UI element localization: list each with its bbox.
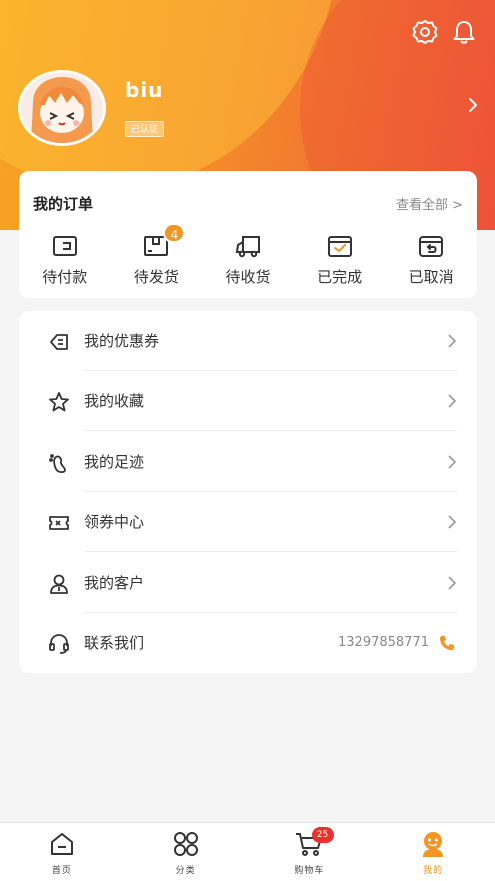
chevron-right-icon bbox=[448, 334, 457, 348]
menu-item-favorites[interactable]: 我的收藏 bbox=[19, 371, 477, 431]
headset-icon bbox=[49, 634, 69, 654]
order-item-label: 待收货 bbox=[225, 268, 271, 286]
menu-item-customers[interactable]: 我的客户 bbox=[19, 553, 477, 613]
menu-item-label: 领券中心 bbox=[84, 513, 145, 531]
wallet-icon bbox=[52, 236, 77, 256]
menu-card: 我的优惠券 我的收藏 我的足迹 领券中心 我的客户 联系我们 132978587… bbox=[19, 311, 477, 673]
bell-icon[interactable] bbox=[450, 18, 478, 46]
verified-badge: 已认证 bbox=[125, 121, 165, 137]
menu-item-label: 联系我们 bbox=[84, 634, 145, 652]
divider bbox=[84, 551, 457, 552]
cart-badge: 25 bbox=[311, 827, 334, 843]
order-item-label: 待付款 bbox=[42, 268, 88, 286]
chevron-right-icon[interactable] bbox=[466, 96, 480, 114]
footprint-icon bbox=[49, 454, 66, 474]
chevron-right-icon bbox=[448, 455, 457, 469]
order-item-label: 待发货 bbox=[133, 268, 179, 286]
menu-item-label: 我的足迹 bbox=[84, 453, 145, 471]
tab-category[interactable]: 分类 bbox=[124, 823, 248, 881]
order-item-label: 已取消 bbox=[408, 268, 454, 286]
category-icon bbox=[173, 832, 198, 856]
menu-item-label: 我的客户 bbox=[84, 574, 145, 592]
order-pending-receipt[interactable]: 待收货 bbox=[208, 233, 288, 289]
phone-icon[interactable] bbox=[438, 634, 456, 652]
order-completed[interactable]: 已完成 bbox=[300, 233, 380, 289]
view-all-orders-link[interactable]: 查看全部 > bbox=[396, 194, 463, 213]
ticket-icon bbox=[49, 516, 69, 530]
order-pending-shipment[interactable]: 4 待发货 bbox=[116, 223, 196, 289]
menu-item-contact-us[interactable]: 联系我们 13297858771 bbox=[19, 613, 477, 673]
tab-label: 首页 bbox=[51, 866, 72, 876]
menu-item-label: 我的收藏 bbox=[84, 392, 145, 410]
tab-profile[interactable]: 我的 bbox=[371, 823, 495, 881]
menu-item-footprints[interactable]: 我的足迹 bbox=[19, 432, 477, 492]
order-cancelled[interactable]: 已取消 bbox=[391, 233, 471, 289]
orders-title: 我的订单 bbox=[33, 195, 94, 213]
user-icon bbox=[50, 574, 68, 594]
divider bbox=[84, 430, 457, 431]
gear-icon[interactable] bbox=[411, 18, 439, 46]
order-pending-payment[interactable]: 待付款 bbox=[25, 233, 105, 289]
chevron-right-icon bbox=[448, 515, 457, 529]
menu-item-coupons[interactable]: 我的优惠券 bbox=[19, 311, 477, 371]
cancel-icon bbox=[419, 236, 444, 257]
done-icon bbox=[327, 236, 352, 257]
tab-cart[interactable]: 25 购物车 bbox=[248, 823, 372, 881]
chevron-right-icon bbox=[448, 394, 457, 408]
tab-label: 我的 bbox=[423, 866, 444, 876]
avatar[interactable] bbox=[18, 70, 106, 146]
menu-item-label: 我的优惠券 bbox=[84, 332, 160, 350]
order-item-label: 已完成 bbox=[317, 268, 363, 286]
orders-card: 我的订单 查看全部 > 待付款 4 待发货 待收货 已完成 已取消 bbox=[19, 171, 477, 298]
home-icon bbox=[50, 833, 73, 855]
menu-item-coupon-center[interactable]: 领券中心 bbox=[19, 492, 477, 552]
chevron-right-icon bbox=[448, 576, 457, 590]
tab-label: 分类 bbox=[175, 866, 196, 876]
tab-label: 购物车 bbox=[294, 866, 325, 876]
truck-icon bbox=[235, 236, 260, 258]
bottom-tab-bar: 首页 分类 25 购物车 我的 bbox=[0, 822, 495, 881]
star-icon bbox=[49, 392, 69, 412]
order-badge: 4 bbox=[163, 223, 186, 243]
tab-home[interactable]: 首页 bbox=[0, 823, 124, 881]
username: biu bbox=[125, 78, 164, 102]
phone-number[interactable]: 13297858771 bbox=[338, 635, 429, 650]
coupon-icon bbox=[50, 334, 68, 350]
profile-icon bbox=[423, 832, 444, 857]
